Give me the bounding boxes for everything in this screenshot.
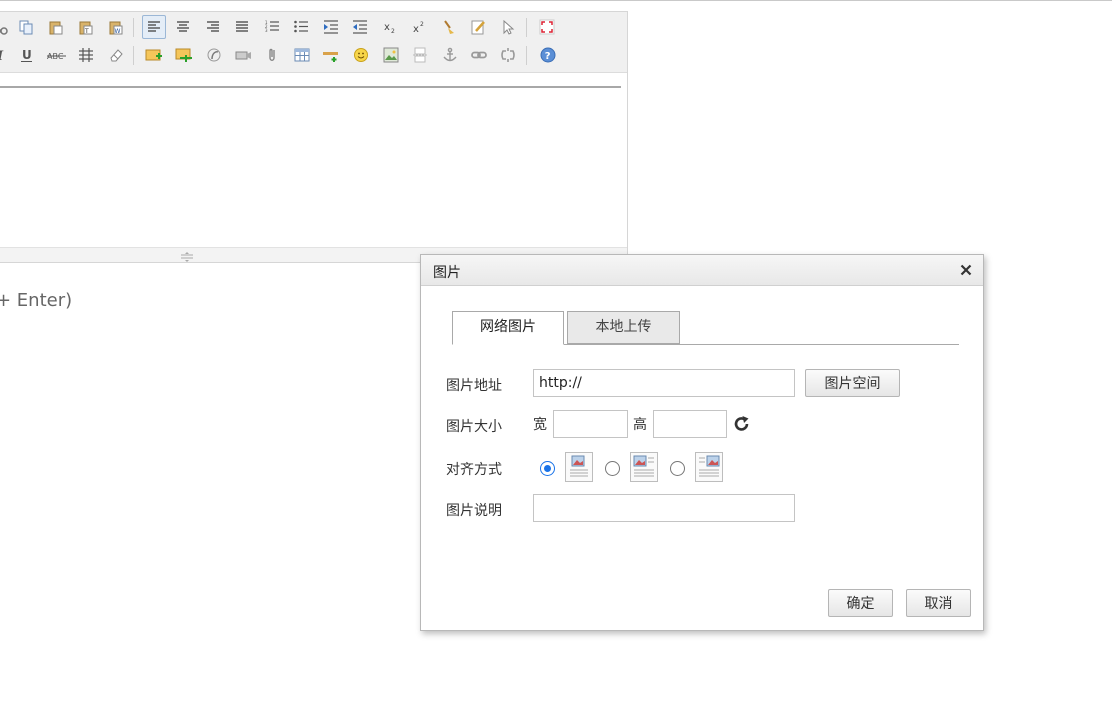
image-url-input[interactable]: [533, 369, 795, 397]
copy-icon[interactable]: [14, 15, 38, 39]
attachment-icon[interactable]: [260, 43, 284, 67]
indent-icon[interactable]: [319, 15, 343, 39]
rich-text-editor: T W 123 x 2 x 2 U ABC ?: [0, 11, 628, 263]
svg-text:I: I: [0, 49, 4, 63]
height-input[interactable]: [653, 410, 727, 438]
cut-icon[interactable]: [0, 15, 13, 39]
horizontal-rule: [0, 86, 621, 88]
quick-format-icon[interactable]: [466, 15, 490, 39]
svg-text:3: 3: [265, 28, 268, 33]
strikethrough-icon[interactable]: ABC: [45, 43, 69, 67]
fullscreen-icon[interactable]: [535, 15, 559, 39]
dialog-header: 图片: [421, 255, 983, 286]
insert-image-icon[interactable]: [142, 43, 166, 67]
anchor-icon[interactable]: [438, 43, 462, 67]
align-left-icon[interactable]: [142, 15, 166, 39]
paste-word-icon[interactable]: W: [104, 15, 128, 39]
eraser-icon[interactable]: [104, 43, 128, 67]
toolbar-row-1: T W 123 x 2 x 2: [0, 15, 627, 41]
flash-icon[interactable]: [202, 43, 226, 67]
horizontal-rule-icon[interactable]: [319, 43, 343, 67]
svg-text:T: T: [84, 28, 89, 35]
align-right-image-icon: [695, 452, 723, 482]
svg-text:W: W: [115, 28, 121, 35]
editor-toolbar: T W 123 x 2 x 2 U ABC ?: [0, 12, 627, 73]
align-default-image-icon: [565, 452, 593, 482]
svg-text:2: 2: [420, 21, 424, 28]
image-dialog: 图片 网络图片 本地上传 图片地址 图片空间 图片大小 宽 高 对齐方式: [420, 254, 984, 631]
multi-image-icon[interactable]: [172, 43, 196, 67]
table-icon[interactable]: [290, 43, 314, 67]
superscript-icon[interactable]: x2: [407, 15, 431, 39]
editor-content-area[interactable]: [0, 74, 627, 247]
align-center-icon[interactable]: [171, 15, 195, 39]
line-height-icon[interactable]: [74, 43, 98, 67]
url-label: 图片地址: [446, 378, 502, 394]
align-left-image-icon: [630, 452, 658, 482]
unlink-icon[interactable]: [496, 43, 520, 67]
unordered-list-icon[interactable]: [289, 15, 313, 39]
height-label: 高: [633, 417, 647, 433]
help-icon[interactable]: ?: [536, 43, 560, 67]
svg-text:2: 2: [391, 28, 395, 35]
tab-network-image[interactable]: 网络图片: [452, 311, 564, 345]
svg-text:x: x: [413, 24, 419, 35]
paste-icon[interactable]: [44, 15, 68, 39]
image-icon[interactable]: [379, 43, 403, 67]
underline-icon[interactable]: U: [15, 43, 39, 67]
tab-local-upload[interactable]: 本地上传: [567, 311, 680, 344]
dialog-title: 图片: [433, 265, 461, 281]
shortcut-hint: + Enter): [0, 290, 73, 311]
close-icon[interactable]: [958, 262, 974, 278]
ordered-list-icon[interactable]: 123: [260, 15, 284, 39]
svg-text:U: U: [22, 48, 32, 62]
toolbar-separator: [526, 46, 527, 65]
outdent-icon[interactable]: [348, 15, 372, 39]
size-label: 图片大小: [446, 419, 502, 435]
emoticon-icon[interactable]: [349, 43, 373, 67]
refresh-icon[interactable]: [733, 415, 751, 433]
subscript-icon[interactable]: x2: [378, 15, 402, 39]
ok-button[interactable]: 确定: [828, 589, 893, 617]
cancel-button[interactable]: 取消: [906, 589, 971, 617]
toolbar-separator: [526, 18, 527, 37]
image-desc-input[interactable]: [533, 494, 795, 522]
desc-label: 图片说明: [446, 503, 502, 519]
justify-icon[interactable]: [230, 15, 254, 39]
align-right-radio[interactable]: [670, 461, 685, 476]
toolbar-row-2: I U ABC: [0, 43, 627, 69]
paste-text-icon[interactable]: T: [74, 15, 98, 39]
width-input[interactable]: [553, 410, 628, 438]
link-icon[interactable]: [467, 43, 491, 67]
top-rule: [0, 0, 1112, 1]
svg-text:x: x: [384, 22, 390, 33]
align-label: 对齐方式: [446, 462, 502, 478]
select-all-icon[interactable]: [496, 15, 520, 39]
align-right-icon[interactable]: [201, 15, 225, 39]
italic-icon[interactable]: I: [0, 43, 13, 67]
align-none-radio[interactable]: [540, 461, 555, 476]
clear-format-icon[interactable]: [437, 15, 461, 39]
page-break-icon[interactable]: [408, 43, 432, 67]
align-left-radio[interactable]: [605, 461, 620, 476]
toolbar-separator: [133, 46, 134, 65]
toolbar-separator: [133, 18, 134, 37]
width-label: 宽: [533, 417, 547, 433]
media-icon[interactable]: [231, 43, 255, 67]
dialog-tabs: 网络图片 本地上传: [452, 311, 959, 345]
resize-handle-icon[interactable]: [178, 250, 196, 262]
image-space-button[interactable]: 图片空间: [805, 369, 900, 397]
svg-text:?: ?: [545, 51, 551, 62]
